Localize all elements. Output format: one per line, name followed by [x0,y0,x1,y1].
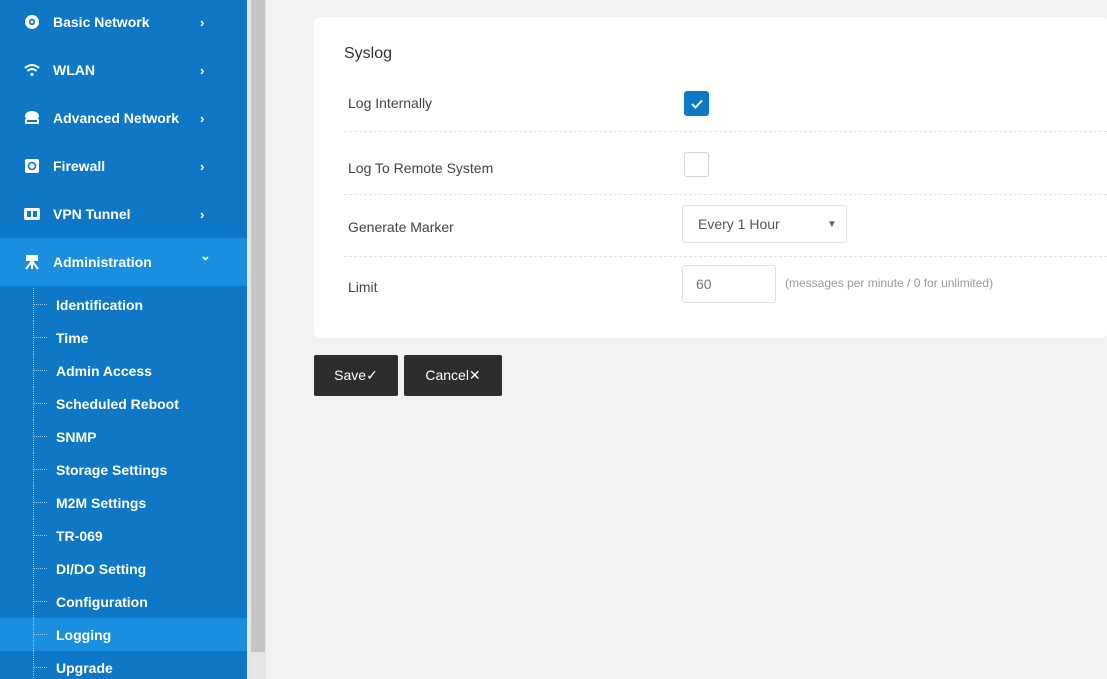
sidebar-item-snmp[interactable]: SNMP [0,420,247,453]
sidebar-item-tr069[interactable]: TR-069 [0,519,247,552]
log-remote-label: Log To Remote System [348,160,494,176]
check-icon [690,99,703,109]
row-divider [344,256,1107,257]
sub-label: Scheduled Reboot [56,395,179,412]
cancel-button[interactable]: Cancel✕ [404,355,502,396]
admin-icon [22,252,42,272]
tree-branch [34,667,47,668]
tree-branch [34,469,47,470]
tree-branch [34,403,47,404]
sidebar-item-m2m-settings[interactable]: M2M Settings [0,486,247,519]
tree-branch [34,634,47,635]
vpn-icon [22,204,42,224]
sub-label: Identification [56,296,144,313]
nav-label: Administration [53,254,152,270]
sidebar-item-admin-access[interactable]: Admin Access [0,354,247,387]
nav-wlan[interactable]: WLAN › [0,46,247,94]
nav-label: Firewall [53,158,106,174]
nav-administration[interactable]: Administration ⌄ [0,238,247,286]
sidebar-item-upgrade[interactable]: Upgrade [0,651,247,679]
admin-submenu: Identification Time Admin Access Schedul… [0,288,247,679]
tree-branch [34,436,47,437]
wifi-icon [22,60,42,80]
firewall-icon [22,156,42,176]
sidebar-item-time[interactable]: Time [0,321,247,354]
chevron-down-icon: ⌄ [200,248,211,263]
tree-line [33,651,34,679]
dropdown-arrow-icon: ▼ [827,218,837,230]
nav-advanced-network[interactable]: Advanced Network › [0,94,247,142]
tree-branch [34,568,47,569]
nav-vpn-tunnel[interactable]: VPN Tunnel › [0,190,247,238]
scrollbar-thumb[interactable] [251,0,265,652]
sub-label: TR-069 [56,527,103,544]
nav-label: WLAN [53,62,95,78]
globe-icon [22,12,42,32]
nav-label: Basic Network [53,14,150,30]
sub-label: Admin Access [56,362,152,379]
limit-label: Limit [348,279,378,295]
limit-input[interactable] [682,265,776,303]
sub-label: DI/DO Setting [56,560,147,577]
chevron-right-icon: › [200,62,205,78]
network-icon [22,108,42,128]
tree-branch [34,337,47,338]
generate-marker-label: Generate Marker [348,219,454,235]
log-internally-checkbox[interactable] [684,91,709,116]
sub-label: Time [56,329,89,346]
sub-label: Storage Settings [56,461,168,478]
log-remote-checkbox[interactable] [684,152,709,177]
tree-branch [34,601,47,602]
sidebar-item-storage-settings[interactable]: Storage Settings [0,453,247,486]
tree-branch [34,304,47,305]
chevron-right-icon: › [200,158,205,174]
row-divider [344,194,1107,195]
limit-hint: (messages per minute / 0 for unlimited) [785,276,994,290]
sidebar-item-dido-setting[interactable]: DI/DO Setting [0,552,247,585]
tree-branch [34,370,47,371]
sub-label: SNMP [56,428,97,445]
sub-label: Logging [56,626,112,643]
tree-branch [34,535,47,536]
sidebar-item-scheduled-reboot[interactable]: Scheduled Reboot [0,387,247,420]
tree-branch [34,502,47,503]
log-internally-label: Log Internally [348,95,433,111]
chevron-right-icon: › [200,110,205,126]
sidebar-item-identification[interactable]: Identification [0,288,247,321]
sub-label: Upgrade [56,659,113,676]
generate-marker-select[interactable]: Every 1 Hour ▼ [682,205,847,243]
nav-label: Advanced Network [53,110,180,126]
row-divider [344,131,1107,132]
nav-label: VPN Tunnel [53,206,131,222]
nav-basic-network[interactable]: Basic Network › [0,0,247,44]
sidebar: Basic Network › WLAN › Advanced Network … [0,0,247,679]
sidebar-item-logging[interactable]: Logging [0,618,247,651]
section-title: Syslog [344,45,393,62]
nav-firewall[interactable]: Firewall › [0,142,247,190]
sub-label: Configuration [56,593,148,610]
sub-label: M2M Settings [56,494,147,511]
chevron-right-icon: › [200,206,205,222]
sidebar-item-configuration[interactable]: Configuration [0,585,247,618]
select-value: Every 1 Hour [698,216,780,232]
chevron-right-icon: › [200,14,205,30]
save-button[interactable]: Save✓ [314,355,398,396]
